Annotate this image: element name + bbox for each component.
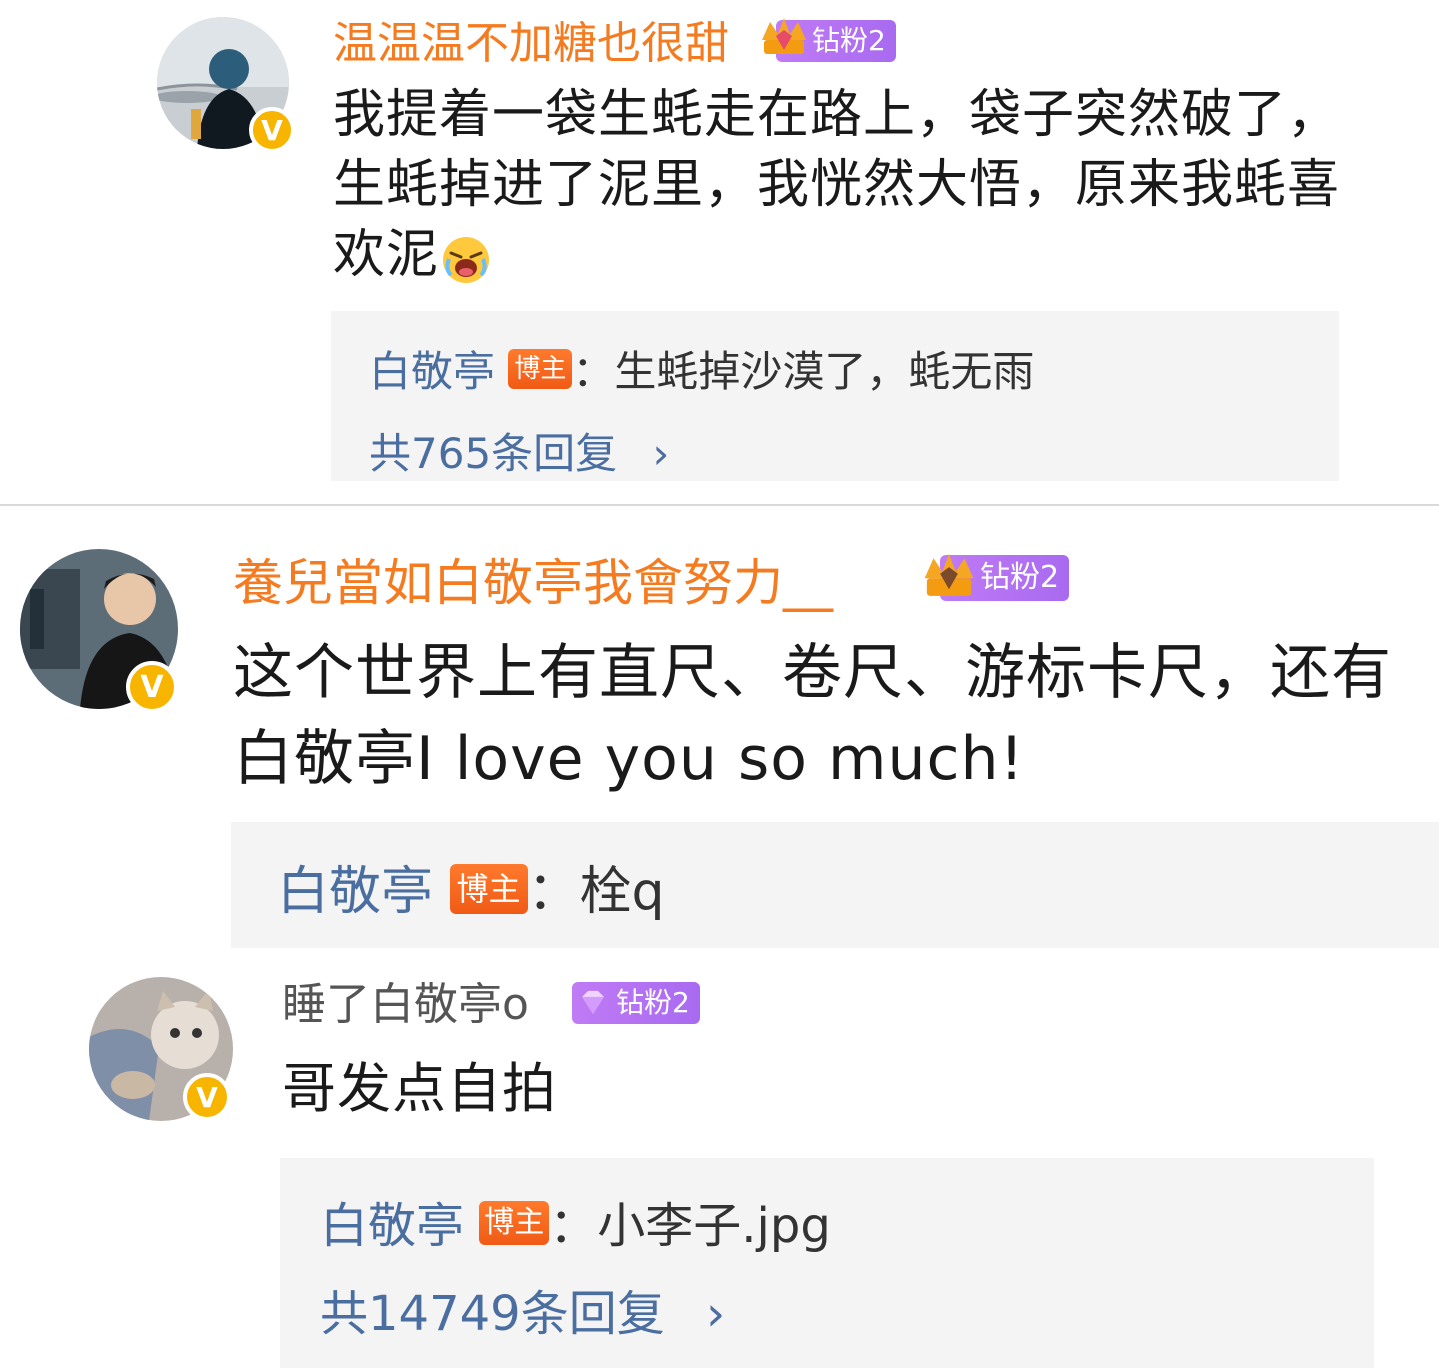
comment-text-line: 白敬亭I love you so much!	[233, 724, 1025, 794]
reply-line: 白敬亭 博主 ：栓q	[277, 864, 665, 920]
comment-username[interactable]: 睡了白敬亭o	[282, 983, 529, 1027]
comment-text: 哥发点自拍	[282, 1054, 557, 1124]
comment-username[interactable]: 養兒當如白敬亭我會努力__	[233, 558, 833, 608]
reply-text: ：栓q	[527, 862, 665, 922]
diamond-icon	[582, 990, 604, 1014]
reply-box[interactable]: 白敬亭 博主 ：生蚝掉沙漠了，蚝无雨 共765条回复 ›	[331, 311, 1339, 481]
blogger-tag: 博主	[449, 864, 528, 914]
verified-badge-icon: V	[183, 1073, 231, 1121]
reply-author[interactable]: 白敬亭	[277, 862, 433, 922]
comment-text-line: 生蚝掉进了泥里，我恍然大悟，原来我蚝喜	[333, 155, 1341, 215]
comment-text-line: 哥发点自拍	[282, 1057, 557, 1120]
reply-box[interactable]: 白敬亭 博主 ：小李子.jpg 共14749条回复 ›	[280, 1158, 1374, 1368]
comment-text-line: 欢泥	[333, 220, 1353, 290]
reply-line: 白敬亭 博主 ：生蚝掉沙漠了，蚝无雨	[369, 348, 1034, 395]
fan-level-badge[interactable]: 钻粉2	[924, 553, 1070, 601]
avatar[interactable]: V	[157, 17, 295, 153]
reply-author[interactable]: 白敬亭	[320, 1198, 464, 1254]
reply-author[interactable]: 白敬亭	[369, 347, 495, 396]
comment-divider	[0, 504, 1439, 506]
comment-text-line: 我提着一袋生蚝走在路上，袋子突然破了，	[333, 85, 1341, 145]
fan-level-label: 钻粉2	[616, 986, 690, 1019]
comment-text: 我提着一袋生蚝走在路上，袋子突然破了， 生蚝掉进了泥里，我恍然大悟，原来我蚝喜 …	[333, 80, 1353, 290]
fan-level-label: 钻粉2	[980, 560, 1060, 595]
chevron-right-icon: ›	[705, 1286, 726, 1342]
blogger-tag: 博主	[508, 348, 573, 389]
view-all-replies-link[interactable]: 共14749条回复 ›	[320, 1290, 725, 1338]
reply-box[interactable]: 白敬亭 博主 ：栓q	[231, 822, 1439, 948]
chevron-right-icon: ›	[652, 429, 670, 478]
verified-badge-icon: V	[249, 107, 295, 153]
reply-text: ：生蚝掉沙漠了，蚝无雨	[572, 347, 1035, 396]
weibo-comments-page: V 温温温不加糖也很甜 钻粉2 我提着一袋生蚝走在路上，袋子突然破了， 生蚝掉进…	[0, 0, 1439, 1368]
avatar[interactable]: V	[89, 977, 233, 1121]
comment-username[interactable]: 温温温不加糖也很甜	[333, 22, 729, 66]
crying-laugh-emoji-icon	[441, 233, 491, 283]
comment-text-line: 这个世界上有直尺、卷尺、游标卡尺，还有	[233, 638, 1392, 708]
crown-icon	[762, 18, 806, 54]
fan-level-badge[interactable]: 钻粉2	[572, 982, 700, 1024]
reply-text: ：小李子.jpg	[549, 1198, 831, 1254]
comment-text: 这个世界上有直尺、卷尺、游标卡尺，还有 白敬亭I love you so muc…	[233, 630, 1439, 802]
fan-level-badge[interactable]: 钻粉2	[762, 18, 896, 62]
crown-icon	[924, 553, 974, 596]
fan-level-label: 钻粉2	[812, 24, 886, 57]
verified-badge-icon: V	[126, 661, 178, 713]
avatar[interactable]: V	[20, 549, 178, 713]
view-all-replies-link[interactable]: 共765条回复 ›	[369, 433, 669, 475]
blogger-tag: 博主	[479, 1201, 550, 1245]
reply-line: 白敬亭 博主 ：小李子.jpg	[320, 1201, 831, 1251]
